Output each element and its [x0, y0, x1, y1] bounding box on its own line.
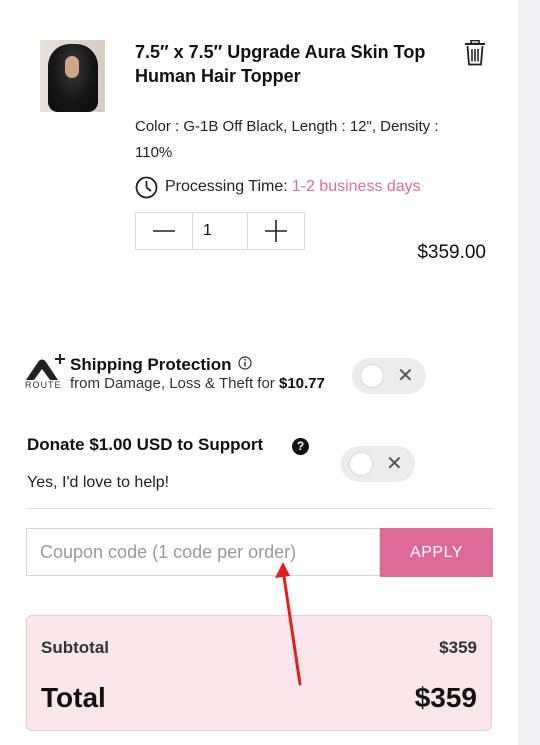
shipping-protection-amount: $10.77 [278, 375, 325, 392]
product-variant: Color : G-1B Off Black, Length : 12", De… [135, 118, 439, 161]
quantity-value[interactable]: 1 [192, 213, 248, 249]
annotation-arrow [275, 562, 302, 686]
cart-panel: 7.5″ x 7.5″ Upgrade Aura Skin Top Human … [0, 0, 518, 745]
toggle-knob [361, 365, 383, 387]
donation-title: Donate $1.00 USD to Support [27, 435, 264, 454]
increase-quantity-button[interactable] [248, 213, 304, 249]
processing-label: Processing Time: [165, 178, 288, 195]
help-icon[interactable]: ? [292, 438, 309, 455]
scrollbar[interactable] [518, 0, 540, 745]
divider [27, 508, 493, 509]
donation-subtitle: Yes, I'd love to help! [27, 474, 170, 491]
total-value: $359 [414, 682, 477, 713]
quantity-stepper: 1 [135, 212, 305, 250]
plus-icon [265, 220, 287, 242]
item-price: $359.00 [417, 242, 486, 263]
shipping-protection-toggle[interactable]: ✕ [352, 358, 426, 394]
info-icon[interactable] [237, 355, 252, 375]
subtotal-label: Subtotal [41, 638, 109, 657]
shipping-protection-label: Shipping Protection [70, 355, 232, 374]
face-image [65, 56, 79, 78]
coupon-input[interactable] [26, 528, 380, 576]
order-summary: Subtotal $359 Total $359 [26, 615, 492, 731]
minus-icon [153, 230, 175, 232]
shipping-protection-title: Shipping Protection [70, 355, 252, 375]
hair-image [48, 44, 98, 112]
close-icon: ✕ [386, 453, 403, 475]
trash-icon[interactable] [464, 39, 486, 66]
total-label: Total [41, 682, 106, 713]
shipping-protection-desc: from Damage, Loss & Theft for [70, 375, 275, 392]
product-title[interactable]: 7.5″ x 7.5″ Upgrade Aura Skin Top Human … [135, 40, 455, 88]
subtotal-value: $359 [439, 638, 477, 657]
close-icon: ✕ [397, 365, 414, 387]
product-thumbnail[interactable] [40, 40, 105, 112]
toggle-knob [350, 453, 372, 475]
apply-button[interactable]: APPLY [380, 528, 493, 577]
clock-icon [135, 176, 158, 198]
decrease-quantity-button[interactable] [136, 213, 192, 249]
processing-days: 1-2 business days [291, 178, 421, 195]
shipping-protection-subtitle: from Damage, Loss & Theft for $10.77 [70, 375, 325, 392]
route-logo-text: ROUTE [25, 380, 62, 390]
donation-toggle[interactable]: ✕ [341, 446, 415, 482]
processing-time: Processing Time: 1-2 business days [135, 175, 421, 199]
